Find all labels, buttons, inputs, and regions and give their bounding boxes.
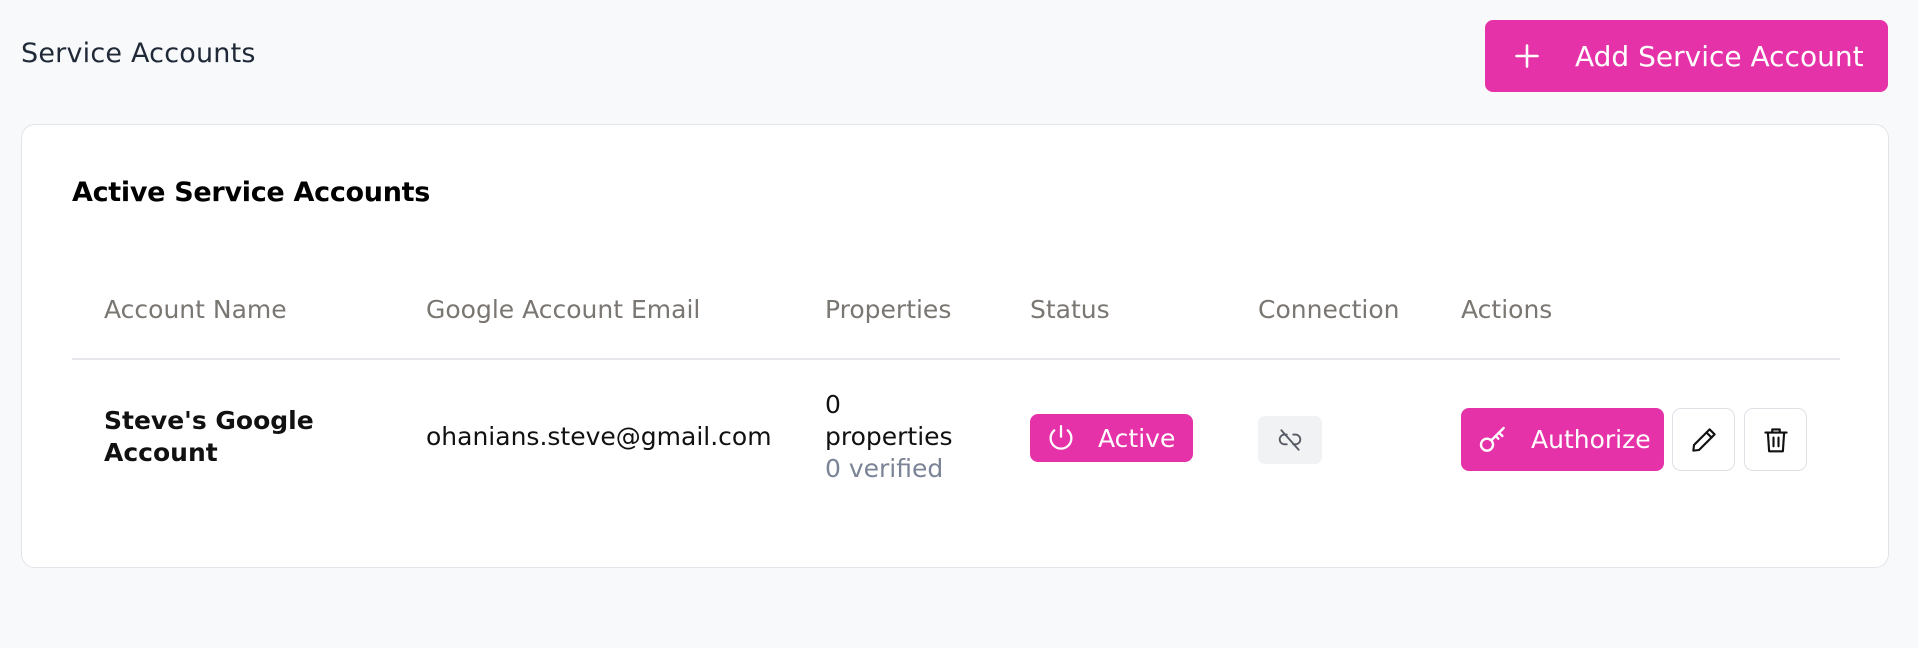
connection-button[interactable] <box>1258 416 1322 464</box>
plus-icon <box>1515 44 1539 68</box>
status-label: Active <box>1098 423 1176 453</box>
properties-cell: 0 properties 0 verified <box>825 389 965 485</box>
properties-count: 0 <box>825 390 841 419</box>
active-service-accounts-card: Active Service Accounts Account Name Goo… <box>21 124 1889 568</box>
account-name-cell: Steve's Google Account <box>104 406 314 467</box>
column-header-actions: Actions <box>1461 295 1553 324</box>
pencil-icon <box>1691 427 1716 452</box>
unlink-icon <box>1278 429 1302 451</box>
card-title: Active Service Accounts <box>72 177 430 208</box>
column-header-email: Google Account Email <box>426 295 701 324</box>
column-header-status: Status <box>1030 295 1110 324</box>
column-header-connection: Connection <box>1258 295 1400 324</box>
header-divider <box>72 358 1840 360</box>
verified-count: 0 verified <box>825 454 944 483</box>
delete-button[interactable] <box>1744 408 1807 471</box>
properties-word: properties <box>825 422 953 451</box>
power-icon <box>1049 425 1073 450</box>
status-badge[interactable]: Active <box>1030 414 1193 462</box>
email-cell: ohanians.steve@gmail.com <box>426 422 772 451</box>
column-header-properties: Properties <box>825 295 952 324</box>
authorize-button[interactable]: Authorize <box>1461 408 1664 471</box>
add-service-account-label: Add Service Account <box>1575 39 1864 73</box>
authorize-label: Authorize <box>1531 425 1651 454</box>
page-title: Service Accounts <box>21 38 256 69</box>
trash-icon <box>1763 427 1788 452</box>
add-service-account-button[interactable]: Add Service Account <box>1485 20 1888 92</box>
column-header-account-name: Account Name <box>104 295 287 324</box>
key-icon <box>1479 426 1505 452</box>
edit-button[interactable] <box>1672 408 1735 471</box>
